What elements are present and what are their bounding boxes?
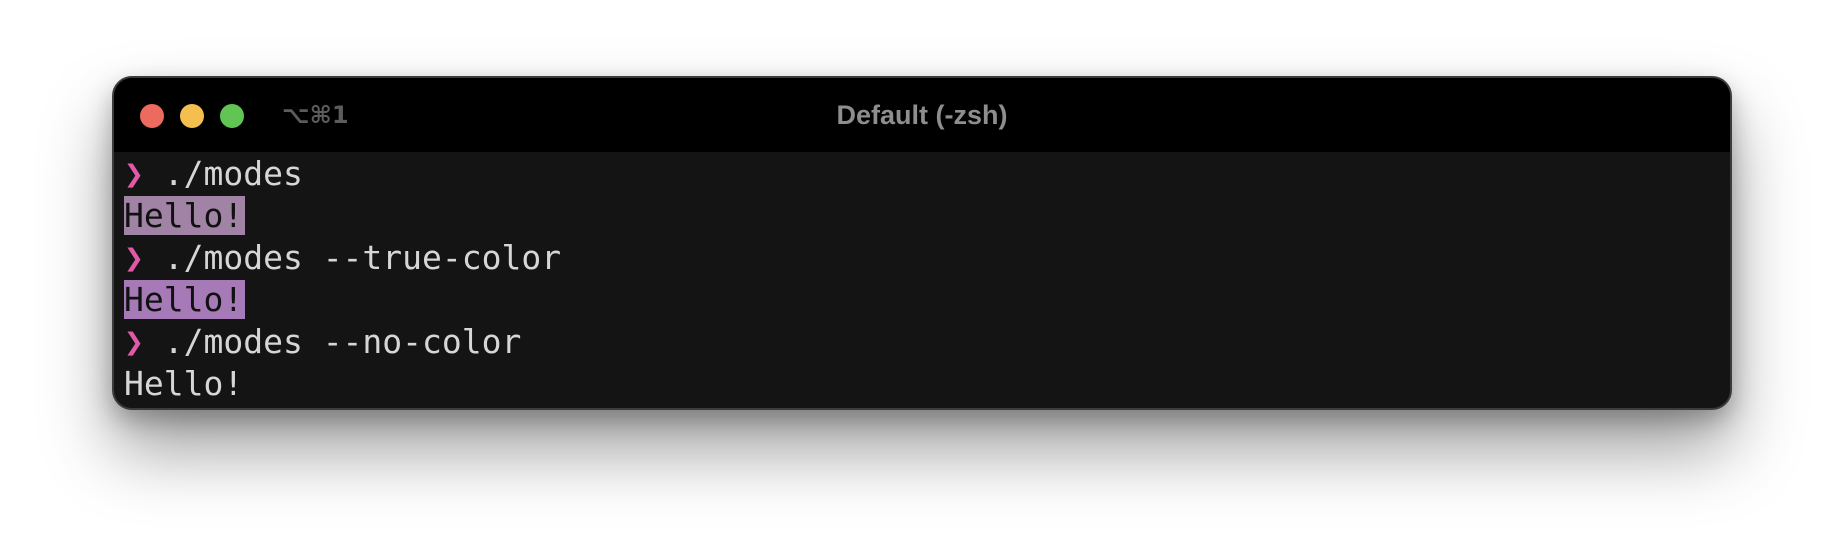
output-text-true-color: Hello! xyxy=(124,280,246,319)
output-text-no-color: Hello! xyxy=(124,364,244,403)
window-title: Default (-zsh) xyxy=(836,100,1008,130)
command-text: ./modes --true-color xyxy=(163,238,562,277)
command-line: ❯ ./modes --true-color xyxy=(124,237,1730,279)
output-line: Hello! xyxy=(124,195,1730,237)
prompt-icon: ❯ xyxy=(124,322,144,361)
prompt-icon: ❯ xyxy=(124,154,144,193)
command-line: ❯ ./modes xyxy=(124,153,1730,195)
output-line: Hello! xyxy=(124,363,1730,405)
output-line: Hello! xyxy=(124,279,1730,321)
output-text-256-color: Hello! xyxy=(124,196,246,235)
command-text: ./modes xyxy=(163,154,303,193)
terminal-output[interactable]: ❯ ./modes Hello! ❯ ./modes --true-color … xyxy=(124,152,1730,408)
command-line: ❯ ./modes --no-color xyxy=(124,321,1730,363)
title-bar[interactable]: ⌥⌘1 Default (-zsh) xyxy=(114,78,1730,152)
terminal-window: ⌥⌘1 Default (-zsh) ❯ ./modes Hello! ❯ ./… xyxy=(112,76,1732,410)
prompt-icon: ❯ xyxy=(124,238,144,277)
command-text: ./modes --no-color xyxy=(163,322,522,361)
